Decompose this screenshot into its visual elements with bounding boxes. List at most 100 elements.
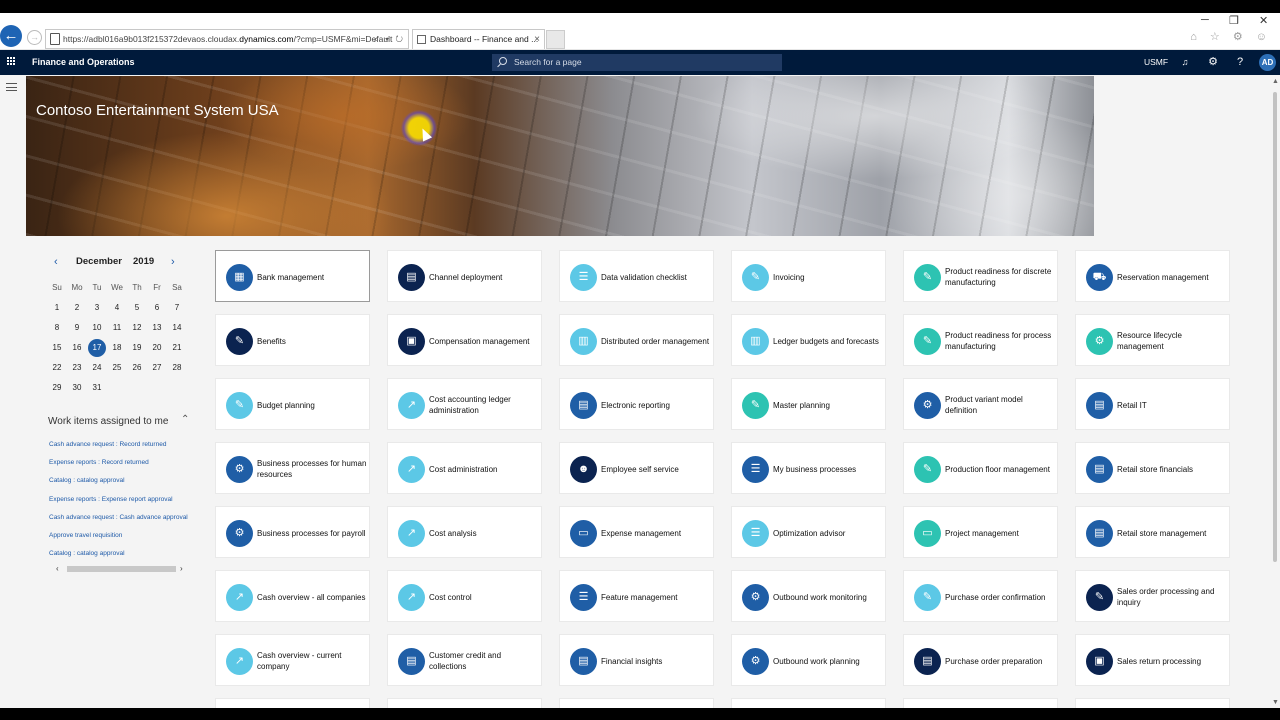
app-launcher-icon[interactable] [7,57,16,66]
workspace-tile[interactable] [1075,698,1230,708]
workspace-tile[interactable]: ✎ Purchase order confirmation [903,570,1058,622]
workspace-tile[interactable]: ▤ Channel deployment [387,250,542,302]
calendar-day[interactable]: 28 [167,358,187,378]
workspace-tile[interactable]: ▦ Bank management [215,250,370,302]
calendar-day[interactable]: 2 [67,298,87,318]
scroll-thumb[interactable] [1273,92,1277,562]
scroll-thumb[interactable] [67,566,176,572]
work-item-link[interactable]: Cash advance request : Record returned [49,439,199,457]
company-picker[interactable]: USMF [1144,50,1168,75]
workspace-tile[interactable]: ↗ Cash overview - current company [215,634,370,686]
calendar-day[interactable]: 23 [67,358,87,378]
calendar-day[interactable]: 19 [127,338,147,358]
calendar-day[interactable]: 4 [107,298,127,318]
scroll-left-icon[interactable]: ‹ [56,564,59,574]
workspace-tile[interactable]: ▤ Electronic reporting [559,378,714,430]
workspace-tile[interactable]: ⚙ Resource lifecycle management [1075,314,1230,366]
calendar-day[interactable]: 26 [127,358,147,378]
workspace-tile[interactable]: ▣ Compensation management [387,314,542,366]
workspace-tile[interactable]: ▤ Retail store management [1075,506,1230,558]
calendar-day[interactable]: 9 [67,318,87,338]
calendar-day[interactable]: 13 [147,318,167,338]
workspace-tile[interactable]: ▥ Distributed order management [559,314,714,366]
workspace-tile[interactable]: ✎ Sales order processing and inquiry [1075,570,1230,622]
calendar-day[interactable]: 22 [47,358,67,378]
work-items-scrollbar[interactable]: ‹ › [56,564,188,574]
workspace-tile[interactable] [215,698,370,708]
calendar-day[interactable]: 20 [147,338,167,358]
workspace-tile[interactable]: ▤ Retail store financials [1075,442,1230,494]
workspace-tile[interactable]: ✎ Product readiness for discrete manufact… [903,250,1058,302]
workspace-tile[interactable]: ▥ Ledger budgets and forecasts [731,314,886,366]
workspace-tile[interactable]: ▤ Customer credit and collections [387,634,542,686]
help-icon[interactable]: ? [1233,50,1247,75]
search-input[interactable]: Search for a page [492,54,782,71]
calendar-selected-day[interactable]: 17 [88,339,106,357]
workspace-tile[interactable]: ▭ Expense management [559,506,714,558]
calendar-day[interactable]: 11 [107,318,127,338]
workspace-tile[interactable]: ▣ Sales return processing [1075,634,1230,686]
calendar-day[interactable]: 31 [87,378,107,398]
calendar-day[interactable]: 12 [127,318,147,338]
work-item-link[interactable]: Cash advance request : Cash advance appr… [49,512,199,530]
workspace-tile[interactable]: ✎ Master planning [731,378,886,430]
workspace-tile[interactable]: ↗ Cost control [387,570,542,622]
calendar-day[interactable]: 5 [127,298,147,318]
calendar-day[interactable]: 14 [167,318,187,338]
workspace-tile[interactable]: ✎ Budget planning [215,378,370,430]
back-arrow-icon[interactable]: ← [0,25,22,47]
calendar-day[interactable]: 25 [107,358,127,378]
work-item-link[interactable]: Approve travel requisition [49,530,199,548]
calendar-day[interactable]: 15 [47,338,67,358]
workspace-tile[interactable]: ▤ Purchase order preparation [903,634,1058,686]
calendar-day[interactable]: 29 [47,378,67,398]
workspace-tile[interactable]: ↗ Cost analysis [387,506,542,558]
workspace-tile[interactable]: ☰ Optimization advisor [731,506,886,558]
browser-tab[interactable]: Dashboard -- Finance and ... × [412,29,545,49]
workspace-tile[interactable]: ⚙ Outbound work planning [731,634,886,686]
work-item-link[interactable]: Expense reports : Expense report approva… [49,494,199,512]
address-bar[interactable]: https://adbl016a9b013f215372devaos.cloud… [45,29,409,49]
workspace-tile[interactable]: ☰ Feature management [559,570,714,622]
calendar-day[interactable]: 24 [87,358,107,378]
calendar-day[interactable]: 7 [167,298,187,318]
workspace-tile[interactable]: ⚙ Outbound work monitoring [731,570,886,622]
calendar-day[interactable]: 16 [67,338,87,358]
browser-toolbar-icons[interactable]: ⌂ ☆ ⚙ ☺ [1190,30,1272,43]
chevron-up-icon[interactable]: ⌃ [181,414,189,425]
workspace-tile[interactable]: ☰ My business processes [731,442,886,494]
workspace-tile[interactable]: ☰ Data validation checklist [559,250,714,302]
workspace-tile[interactable]: ↗ Cash overview - all companies [215,570,370,622]
calendar-day[interactable]: 30 [67,378,87,398]
workspace-tile[interactable]: ✎ Benefits [215,314,370,366]
forward-arrow-icon[interactable]: → [27,30,42,45]
calendar-day[interactable]: 6 [147,298,167,318]
scroll-up-icon[interactable]: ▲ [1272,78,1279,85]
workspace-tile[interactable] [903,698,1058,708]
workspace-tile[interactable] [559,698,714,708]
calendar-day[interactable]: 1 [47,298,67,318]
workspace-tile[interactable]: ⚙ Business processes for human resources [215,442,370,494]
workspace-tile[interactable]: ▤ Retail IT [1075,378,1230,430]
workspace-tile[interactable]: ⚙ Product variant model definition [903,378,1058,430]
workspace-tile[interactable]: ✎ Invoicing [731,250,886,302]
avatar[interactable]: AD [1259,54,1276,71]
workspace-tile[interactable]: ↗ Cost administration [387,442,542,494]
minimize-icon[interactable]: ─ [1201,14,1209,26]
calendar-day[interactable]: 17 [87,338,107,358]
work-item-link[interactable]: Catalog : catalog approval [49,475,199,493]
address-controls[interactable]: ⌕ ▾ ↻ [374,30,405,48]
page-scrollbar[interactable]: ▲ ▼ [1270,76,1280,708]
close-window-icon[interactable]: ✕ [1259,14,1268,27]
scroll-right-icon[interactable]: › [180,564,183,574]
workspace-tile[interactable]: ☻ Employee self service [559,442,714,494]
calendar-day[interactable]: 21 [167,338,187,358]
workspace-tile[interactable]: ↗ Cost accounting ledger administration [387,378,542,430]
gear-icon[interactable]: ⚙ [1206,50,1220,75]
workspace-tile[interactable]: ▭ Project management [903,506,1058,558]
app-name[interactable]: Finance and Operations [32,50,135,75]
workspace-tile[interactable] [387,698,542,708]
new-tab-button[interactable] [546,30,565,49]
calendar-day[interactable]: 27 [147,358,167,378]
work-item-link[interactable]: Expense reports : Record returned [49,457,199,475]
